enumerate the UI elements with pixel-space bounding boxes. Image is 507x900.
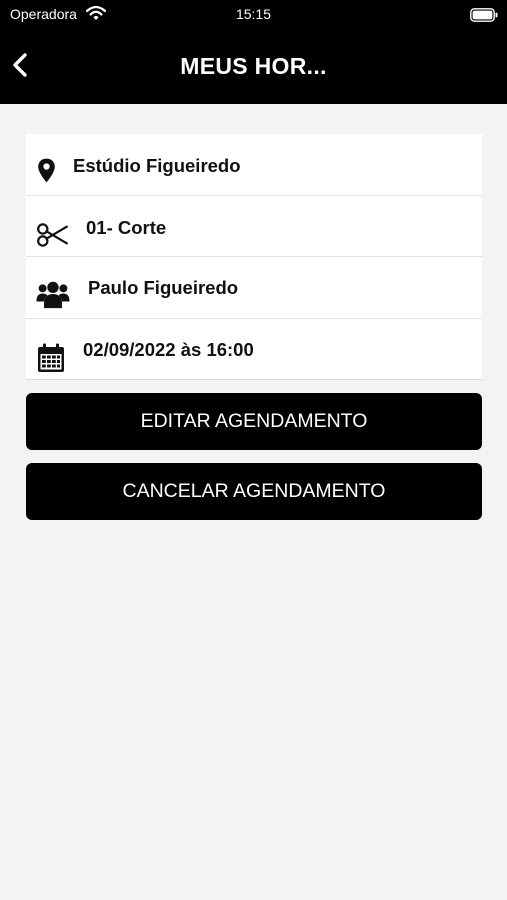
service-text: 01- Corte <box>86 216 167 238</box>
location-text: Estúdio Figueiredo <box>73 155 241 176</box>
status-bar: Operadora 15:15 <box>0 0 507 30</box>
professional-text: Paulo Figueiredo <box>88 277 239 298</box>
scissors-icon <box>37 222 68 247</box>
datetime-text: 02/09/2022 às 16:00 <box>83 338 254 360</box>
professional-row: Paulo Figueiredo <box>26 257 482 319</box>
edit-appointment-button[interactable]: EDITAR AGENDAMENTO <box>26 393 482 450</box>
nav-bar: MEUS HOR... <box>0 30 507 104</box>
cancel-appointment-button[interactable]: CANCELAR AGENDAMENTO <box>26 463 482 520</box>
page-title: MEUS HOR... <box>180 53 327 79</box>
battery-icon <box>470 8 498 22</box>
location-row: Estúdio Figueiredo <box>26 134 482 196</box>
status-time: 15:15 <box>235 6 272 22</box>
appointment-card: Estúdio Figueiredo 01- Corte Paulo Figue… <box>26 134 482 380</box>
service-row: 01- Corte <box>26 196 482 257</box>
location-pin-icon <box>38 158 55 183</box>
users-icon <box>36 281 70 309</box>
datetime-row: 02/09/2022 às 16:00 <box>26 319 482 380</box>
calendar-icon <box>38 343 64 372</box>
